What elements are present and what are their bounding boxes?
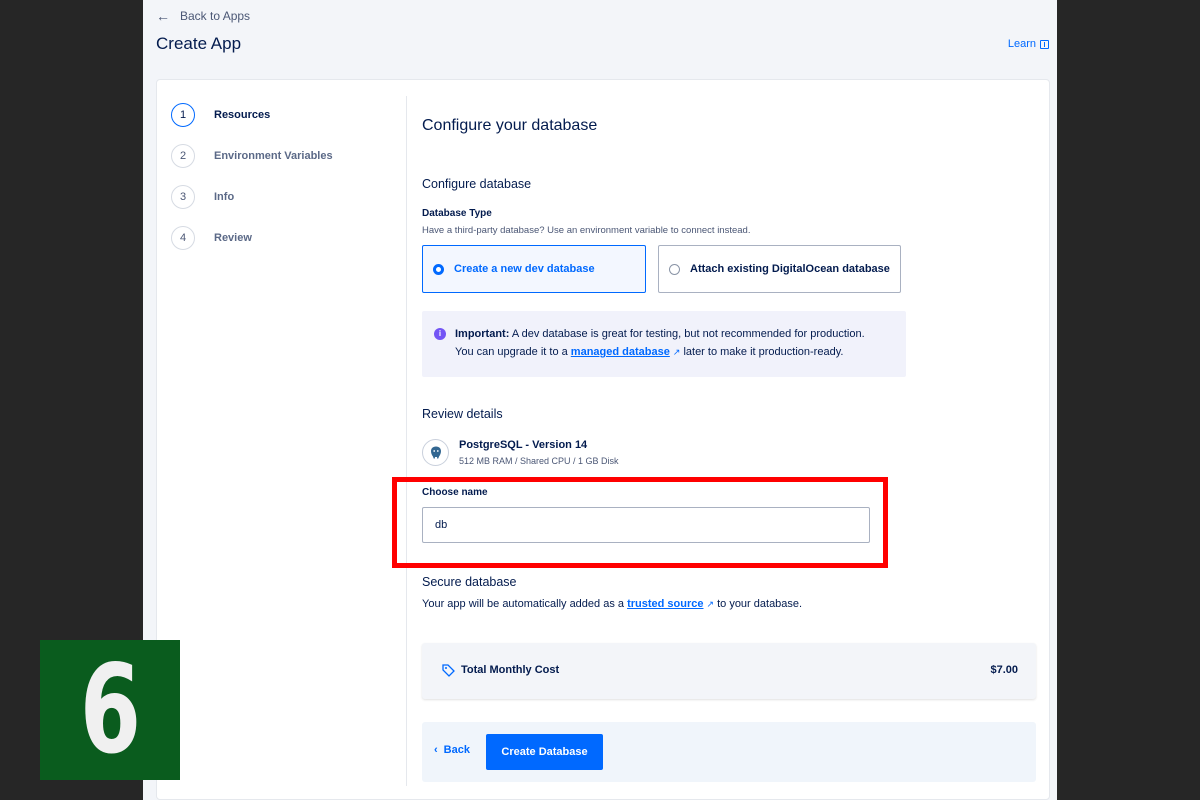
option-attach-existing-database[interactable]: Attach existing DigitalOcean database (658, 245, 901, 293)
step-info[interactable]: 3 Info (171, 176, 401, 217)
database-spec: 512 MB RAM / Shared CPU / 1 GB Disk (459, 456, 619, 466)
review-details-heading: Review details (422, 407, 503, 421)
notice-strong: Important: (455, 328, 510, 340)
notice-line-2: You can upgrade it to a managed database… (455, 346, 843, 358)
vertical-divider (406, 96, 407, 786)
step-number: 3 (171, 184, 195, 209)
database-type-help: Have a third-party database? Use an envi… (422, 225, 751, 236)
back-to-apps-link[interactable]: ← Back to Apps (156, 8, 250, 24)
info-icon: i (434, 328, 446, 340)
notice-text-2-post: later to make it production-ready. (680, 346, 844, 358)
section-heading: Configure your database (422, 117, 598, 134)
notice-text-1: A dev database is great for testing, but… (509, 328, 865, 340)
database-name-input[interactable] (422, 507, 870, 543)
step-label: Info (214, 190, 235, 203)
option-new-dev-database[interactable]: Create a new dev database (422, 245, 646, 293)
postgresql-icon (422, 439, 449, 466)
book-icon (1040, 39, 1049, 49)
step-number: 2 (171, 143, 195, 168)
total-monthly-cost-label: Total Monthly Cost (461, 664, 560, 676)
back-button-label: Back (443, 744, 470, 756)
create-database-button[interactable]: Create Database (486, 734, 603, 770)
step-label: Resources (214, 108, 271, 121)
database-type-label: Database Type (422, 208, 492, 219)
radio-selected-icon (433, 263, 444, 275)
secure-text-post: to your database. (714, 598, 803, 610)
step-number-badge-label: 6 (79, 639, 141, 781)
notice-line-1: Important: A dev database is great for t… (455, 328, 865, 340)
total-monthly-cost-value: $7.00 (990, 664, 1018, 676)
step-number: 4 (171, 225, 195, 250)
secure-database-text: Your app will be automatically added as … (422, 598, 802, 610)
form-footer: ‹ Back Create Database (422, 722, 1036, 782)
notice-text-2-pre: You can upgrade it to a (455, 346, 571, 358)
step-review[interactable]: 4 Review (171, 217, 401, 258)
create-app-card: 1 Resources 2 Environment Variables 3 In… (156, 79, 1050, 800)
secure-database-heading: Secure database (422, 575, 517, 589)
option-label: Attach existing DigitalOcean database (690, 263, 890, 275)
back-to-apps-label: Back to Apps (180, 9, 251, 23)
step-environment-variables[interactable]: 2 Environment Variables (171, 135, 401, 176)
step-label: Environment Variables (214, 149, 333, 162)
configure-database-heading: Configure database (422, 177, 532, 191)
learn-link[interactable]: Learn (1008, 38, 1049, 50)
chevron-left-icon: ‹ (434, 744, 438, 756)
step-number: 1 (171, 102, 195, 127)
arrow-left-icon: ← (156, 8, 170, 24)
important-notice: i Important: A dev database is great for… (422, 311, 906, 377)
choose-name-label: Choose name (422, 487, 488, 498)
step-label: Review (214, 231, 252, 244)
trusted-source-link[interactable]: trusted source (627, 598, 703, 610)
learn-label: Learn (1007, 38, 1036, 50)
back-button[interactable]: ‹ Back (434, 744, 470, 756)
price-tag-icon (442, 664, 455, 682)
option-label: Create a new dev database (454, 263, 595, 275)
total-monthly-cost-bar: Total Monthly Cost $7.00 (422, 643, 1036, 699)
external-link-icon: ↗ (706, 599, 715, 609)
step-number-badge: 6 (40, 640, 180, 780)
managed-database-link[interactable]: managed database (571, 346, 670, 358)
stepper: 1 Resources 2 Environment Variables 3 In… (171, 94, 401, 258)
database-engine: PostgreSQL - Version 14 (459, 439, 588, 451)
radio-unselected-icon (669, 263, 680, 275)
page-title: Create App (156, 34, 242, 53)
step-resources[interactable]: 1 Resources (171, 94, 401, 135)
app-page: ← Back to Apps Create App Learn 1 Resour… (143, 0, 1057, 800)
secure-text-pre: Your app will be automatically added as … (422, 598, 628, 610)
